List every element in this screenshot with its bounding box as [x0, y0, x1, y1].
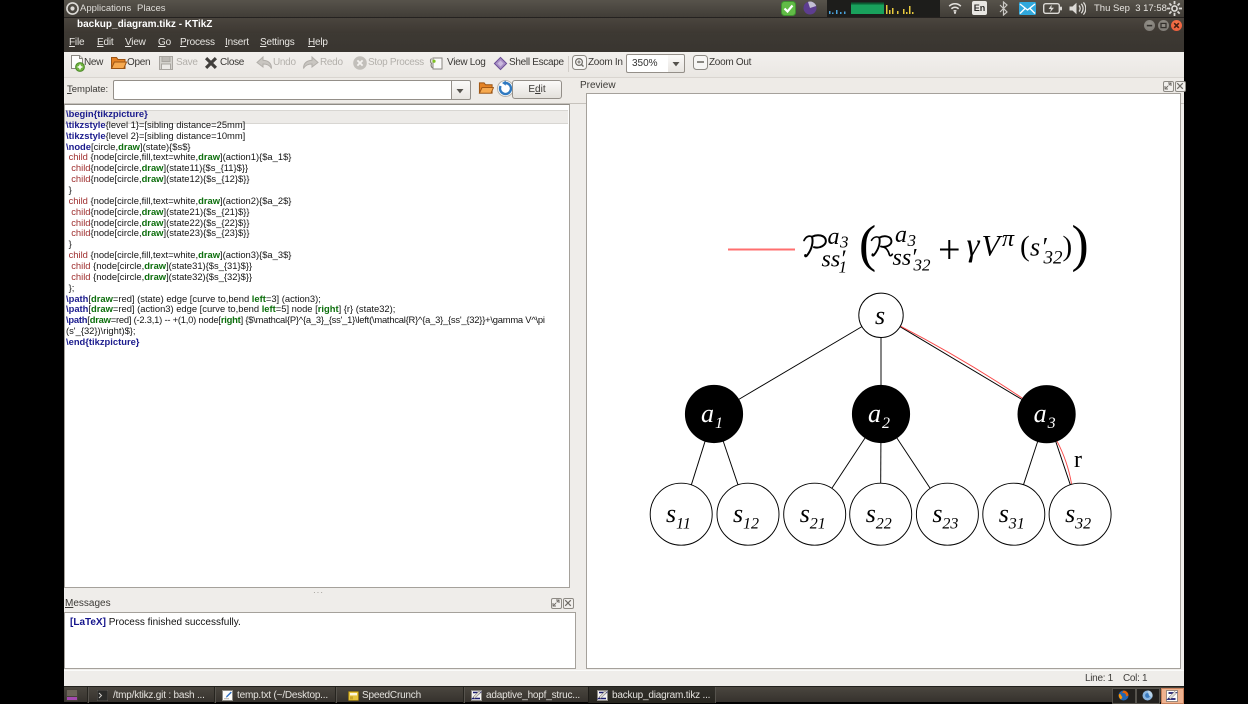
- svg-text:(: (: [859, 216, 876, 273]
- svg-text:V: V: [982, 230, 1004, 263]
- svg-text:1: 1: [715, 415, 723, 432]
- svg-text:12: 12: [743, 516, 759, 533]
- svg-text:s: s: [866, 499, 876, 528]
- svg-text:r: r: [1074, 447, 1082, 473]
- svg-text:(: (: [1020, 231, 1030, 263]
- svg-text:32: 32: [1043, 248, 1064, 269]
- svg-text:22: 22: [876, 516, 892, 533]
- svg-text:31: 31: [1008, 516, 1025, 533]
- svg-text:s: s: [1030, 233, 1040, 262]
- svg-text:2: 2: [882, 415, 890, 432]
- svg-text:3: 3: [1047, 415, 1056, 432]
- svg-text:21: 21: [810, 516, 826, 533]
- svg-text:23: 23: [942, 516, 958, 533]
- svg-text:): ): [1072, 216, 1089, 273]
- svg-text:s: s: [999, 499, 1009, 528]
- svg-text:π: π: [1002, 226, 1015, 252]
- svg-text:a: a: [868, 399, 881, 428]
- svg-text:1: 1: [839, 258, 848, 277]
- svg-text:32: 32: [913, 256, 932, 275]
- svg-text:a: a: [701, 399, 714, 428]
- svg-text:32: 32: [1074, 516, 1091, 533]
- svg-text:11: 11: [676, 516, 691, 533]
- svg-text:s: s: [875, 301, 885, 330]
- svg-text:a: a: [1034, 399, 1047, 428]
- svg-text:s: s: [733, 499, 743, 528]
- svg-text:γ: γ: [967, 228, 981, 264]
- svg-text:+: +: [938, 227, 961, 272]
- svg-text:s: s: [932, 499, 942, 528]
- svg-text:s: s: [800, 499, 810, 528]
- svg-text:s: s: [666, 499, 676, 528]
- svg-text:s: s: [1065, 499, 1075, 528]
